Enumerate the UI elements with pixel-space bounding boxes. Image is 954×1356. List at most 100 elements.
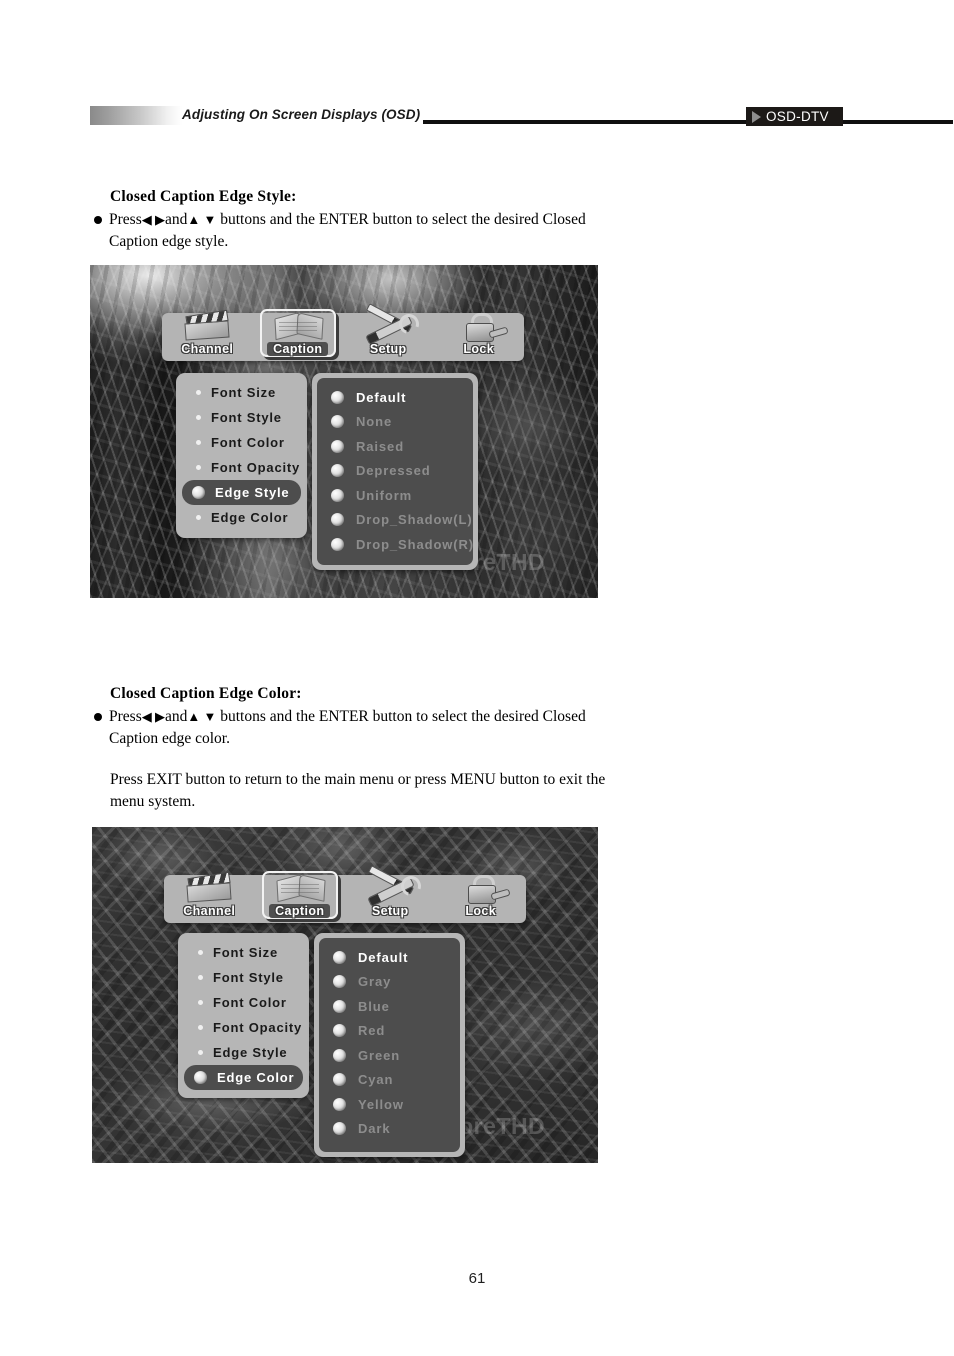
- osd-tab-channel[interactable]: Channel: [162, 308, 253, 361]
- page-number: 61: [468, 1270, 486, 1287]
- osd-tab-lock-label: Lock: [465, 904, 497, 918]
- osd-tab-lock-label: Lock: [463, 342, 495, 356]
- radio-icon: [331, 439, 344, 453]
- menu-item-label: Font Style: [211, 410, 282, 425]
- and-label: and: [164, 708, 188, 725]
- osd-tab-caption[interactable]: Caption: [253, 308, 344, 361]
- menu-item-label: Font Opacity: [213, 1020, 303, 1035]
- radio-icon: [333, 1097, 346, 1111]
- tools-icon: [361, 865, 425, 908]
- menu-item-label: Edge Style: [215, 485, 290, 500]
- clapperboard-icon: [180, 871, 238, 903]
- menu-bullet-icon: [196, 415, 201, 420]
- option-none[interactable]: None: [323, 410, 467, 435]
- osd-tab-caption[interactable]: Caption: [255, 870, 346, 923]
- option-red[interactable]: Red: [325, 1019, 454, 1044]
- osd-main-tabbar[interactable]: Channel Caption Setup Lock: [162, 303, 524, 361]
- option-label: Dark: [358, 1121, 391, 1137]
- menu-selected-bullet-icon: [192, 486, 205, 499]
- menu-item-font-style[interactable]: Font Style: [184, 965, 303, 990]
- option-label: Cyan: [358, 1072, 394, 1088]
- menu-item-label: Font Color: [211, 435, 285, 450]
- menu-item-font-color[interactable]: Font Color: [182, 430, 301, 455]
- menu-bullet-icon: [196, 390, 201, 395]
- bullet-dot-icon: [94, 216, 102, 224]
- option-default[interactable]: Default: [325, 945, 454, 970]
- option-label: Yellow: [358, 1096, 404, 1112]
- menu-item-font-opacity[interactable]: Font Opacity: [182, 455, 301, 480]
- menu-item-edge-style[interactable]: Edge Style: [184, 1040, 303, 1065]
- option-green[interactable]: Green: [325, 1043, 454, 1068]
- header-gradient-bar: [90, 106, 182, 125]
- option-label: Gray: [358, 974, 392, 990]
- option-label: Drop_Shadow(L): [356, 512, 473, 528]
- radio-icon: [333, 1048, 346, 1062]
- option-label: None: [356, 414, 393, 430]
- option-label: Blue: [358, 998, 390, 1014]
- clapperboard-icon: [178, 309, 236, 341]
- menu-item-font-size[interactable]: Font Size: [184, 940, 303, 965]
- caption-menu-panel-2[interactable]: Font Size Font Style Font Color Font Opa…: [178, 933, 309, 1098]
- osd-tab-lock[interactable]: Lock: [436, 870, 527, 923]
- page-header: Adjusting On Screen Displays (OSD) OSD-D…: [0, 0, 954, 150]
- option-uniform[interactable]: Uniform: [323, 483, 467, 508]
- edge-style-options-panel[interactable]: Default None Raised Depressed Uniform Dr…: [312, 373, 478, 570]
- osd-tab-channel-label: Channel: [183, 904, 236, 918]
- radio-icon: [331, 415, 344, 429]
- osd-main-tabbar[interactable]: Channel Caption Setup Lock: [164, 865, 526, 923]
- menu-selected-bullet-icon: [194, 1071, 207, 1084]
- menu-item-font-opacity[interactable]: Font Opacity: [184, 1015, 303, 1040]
- option-label: Uniform: [356, 487, 413, 503]
- section-2-heading: Closed Caption Edge Color:: [110, 685, 302, 702]
- osd-tab-channel-label: Channel: [181, 342, 234, 356]
- section-1-heading: Closed Caption Edge Style:: [110, 188, 297, 205]
- radio-icon: [333, 975, 346, 989]
- press-label: Press: [109, 708, 142, 725]
- section-tag: OSD-DTV: [746, 107, 843, 126]
- option-drop-shadow-right[interactable]: Drop_Shadow(R): [323, 532, 473, 557]
- osd-tab-setup-label: Setup: [371, 904, 409, 918]
- section-2-bullet: Press◀ ▶and▲ ▼ buttons and the ENTER but…: [94, 706, 619, 749]
- radio-icon: [333, 1122, 346, 1136]
- option-default[interactable]: Default: [323, 385, 467, 410]
- option-cyan[interactable]: Cyan: [325, 1068, 454, 1093]
- menu-item-font-color[interactable]: Font Color: [184, 990, 303, 1015]
- edge-color-options-panel[interactable]: Default Gray Blue Red Green Cyan Yellow …: [314, 933, 465, 1157]
- running-title: Adjusting On Screen Displays (OSD): [182, 107, 421, 122]
- left-right-arrows-icon: ◀ ▶: [141, 709, 165, 724]
- menu-item-label: Font Size: [213, 945, 278, 960]
- osd-tab-caption-label: Caption: [269, 904, 331, 918]
- menu-item-edge-color[interactable]: Edge Color: [184, 1065, 303, 1090]
- option-drop-shadow-left[interactable]: Drop_Shadow(L): [323, 508, 472, 533]
- option-dark[interactable]: Dark: [325, 1117, 454, 1142]
- menu-item-font-size[interactable]: Font Size: [182, 380, 301, 405]
- option-gray[interactable]: Gray: [325, 970, 454, 995]
- option-yellow[interactable]: Yellow: [325, 1092, 454, 1117]
- left-right-arrows-icon: ◀ ▶: [141, 212, 165, 227]
- option-label: Depressed: [356, 463, 431, 479]
- menu-item-edge-style[interactable]: Edge Style: [182, 480, 301, 505]
- radio-icon: [333, 1073, 346, 1087]
- bullet-dot-icon: [94, 713, 102, 721]
- menu-bullet-icon: [198, 1050, 203, 1055]
- osd-screenshot-edge-style: KoreTHD Channel Caption Setup Lock Font …: [90, 265, 598, 598]
- menu-item-label: Font Opacity: [211, 460, 301, 475]
- osd-tab-channel[interactable]: Channel: [164, 870, 255, 923]
- padlock-icon: [450, 311, 509, 342]
- osd-tab-setup[interactable]: Setup: [343, 303, 434, 361]
- radio-icon: [331, 464, 344, 478]
- option-raised[interactable]: Raised: [323, 434, 467, 459]
- osd-tab-lock[interactable]: Lock: [434, 308, 525, 361]
- menu-item-font-style[interactable]: Font Style: [182, 405, 301, 430]
- option-blue[interactable]: Blue: [325, 994, 454, 1019]
- menu-item-label: Font Size: [211, 385, 276, 400]
- menu-item-edge-color[interactable]: Edge Color: [182, 505, 301, 530]
- menu-item-label: Edge Color: [217, 1070, 295, 1085]
- menu-bullet-icon: [198, 975, 203, 980]
- radio-icon: [331, 537, 344, 551]
- caption-menu-panel-1[interactable]: Font Size Font Style Font Color Font Opa…: [176, 373, 307, 538]
- menu-item-label: Edge Style: [213, 1045, 288, 1060]
- up-down-arrows-icon: ▲ ▼: [187, 709, 217, 724]
- osd-tab-setup[interactable]: Setup: [345, 865, 436, 923]
- option-depressed[interactable]: Depressed: [323, 459, 467, 484]
